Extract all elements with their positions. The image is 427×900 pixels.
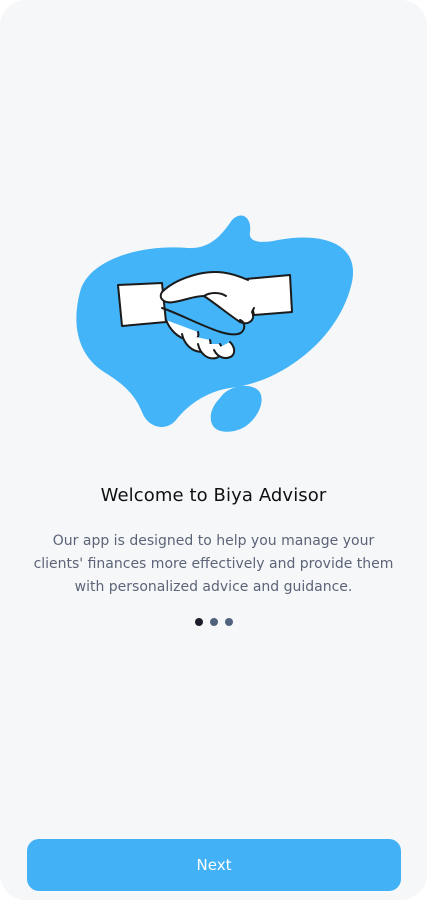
onboarding-screen: Welcome to Biya Advisor Our app is desig… <box>0 0 427 900</box>
pagination-dot-2[interactable] <box>209 618 218 626</box>
pagination-dot-3[interactable] <box>224 618 233 626</box>
handshake-icon <box>76 215 354 432</box>
page-title: Welcome to Biya Advisor <box>100 485 327 506</box>
next-button[interactable]: Next <box>27 839 401 891</box>
pagination-dot-1[interactable] <box>194 618 203 626</box>
page-description: Our app is designed to help you manage y… <box>33 533 394 595</box>
pagination-dots <box>0 618 427 626</box>
handshake-illustration <box>76 215 354 432</box>
